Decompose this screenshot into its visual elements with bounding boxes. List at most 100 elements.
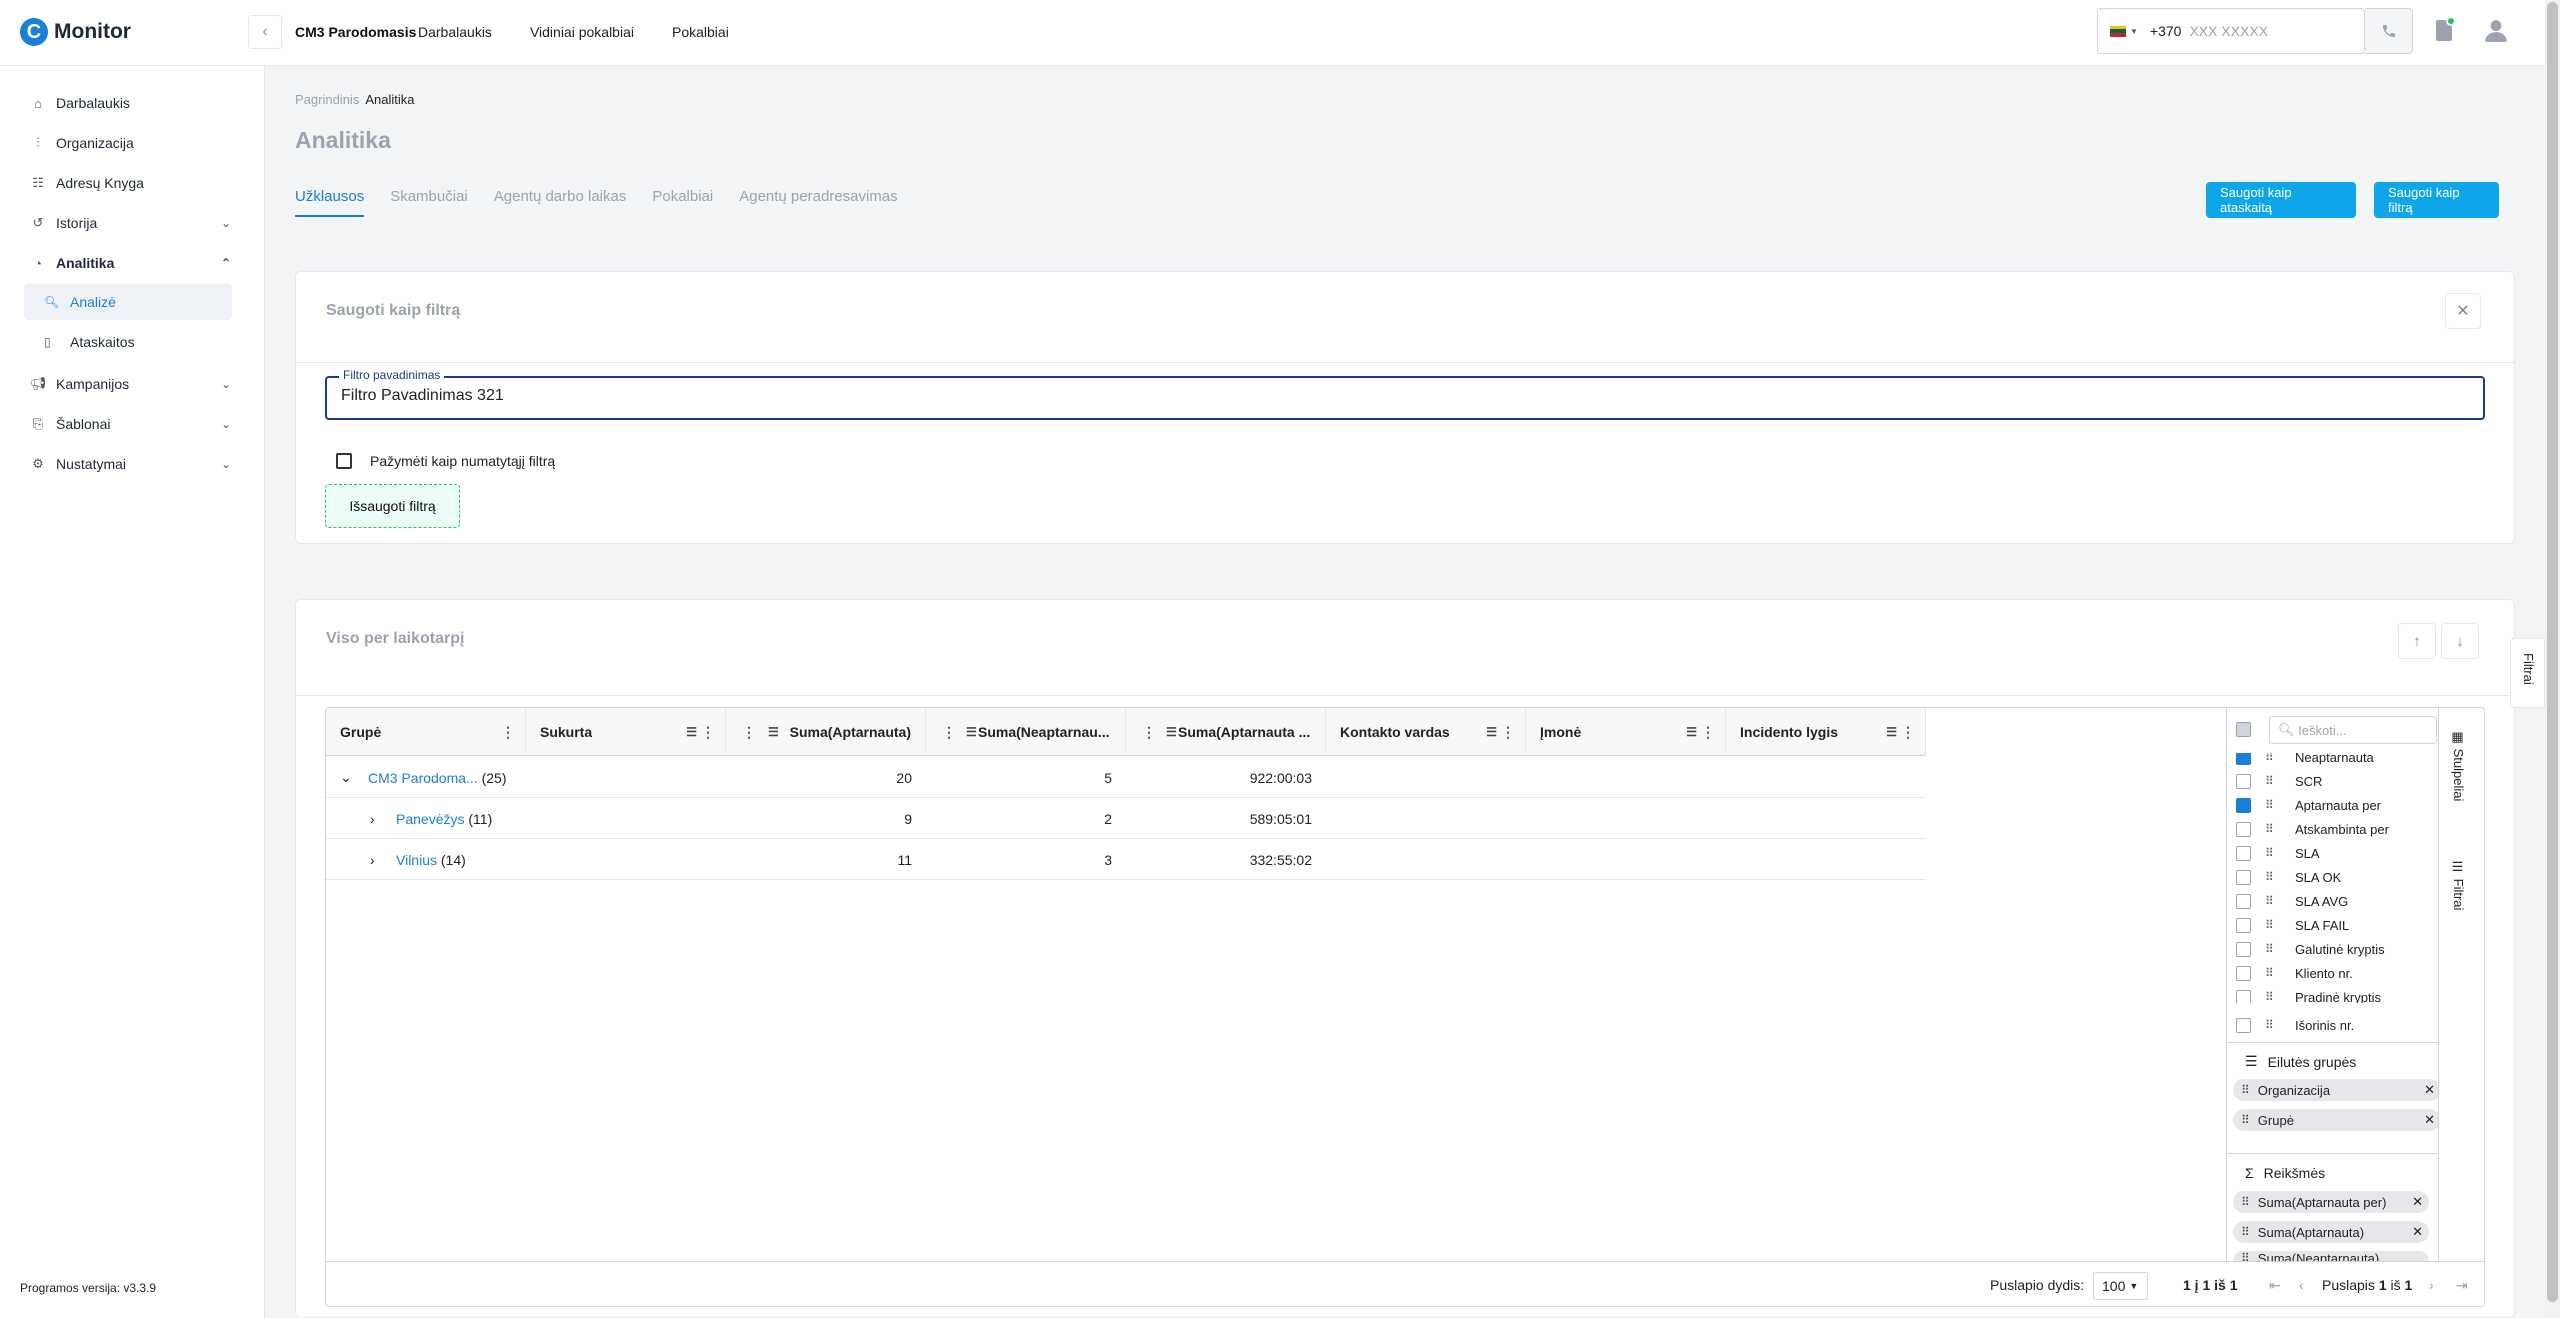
group-name[interactable]: Vilnius	[396, 852, 437, 868]
drag-handle-icon[interactable]: ⠿	[2265, 774, 2274, 788]
filter-icon[interactable]: ☰	[1486, 725, 1497, 739]
save-filter-submit-button[interactable]: Išsaugoti filtrą	[325, 484, 460, 528]
drag-handle-icon[interactable]: ⠿	[2241, 1195, 2250, 1209]
column-item[interactable]: ⠿ SLA OK	[2227, 865, 2439, 889]
lt-flag-icon[interactable]	[2110, 25, 2126, 37]
drag-handle-icon[interactable]: ⠿	[2241, 1251, 2250, 1261]
column-header-unserved[interactable]: ⋮ ☰ Suma(Neaptarnau...	[926, 708, 1126, 756]
remove-icon[interactable]: ✕	[2424, 1082, 2435, 1098]
column-menu-icon[interactable]: ⋮	[742, 724, 756, 741]
filter-icon[interactable]: ☰	[1166, 725, 1177, 739]
caret-down-icon[interactable]: ▼	[2130, 27, 2138, 36]
sidebar-sub-ataskaitos[interactable]: ▯ Ataskaitos	[24, 324, 232, 360]
last-page-icon[interactable]: ⇥	[2456, 1277, 2468, 1294]
checked-icon[interactable]	[2236, 753, 2251, 765]
save-as-filter-button[interactable]: Saugoti kaip filtrą	[2374, 182, 2499, 218]
tab-agent-transfers[interactable]: Agentų peradresavimas	[739, 188, 897, 217]
save-as-report-button[interactable]: Saugoti kaip ataskaitą	[2206, 182, 2356, 218]
drag-handle-icon[interactable]: ⠿	[2265, 1018, 2274, 1032]
column-menu-icon[interactable]: ⋮	[701, 724, 715, 741]
user-icon[interactable]	[2483, 17, 2509, 43]
next-page-icon[interactable]: ›	[2429, 1277, 2434, 1293]
checked-icon[interactable]	[2236, 797, 2251, 813]
column-item[interactable]: ⠿ Pradinė kryptis	[2227, 985, 2439, 1003]
page-size-select[interactable]: 100 ▼	[2093, 1272, 2148, 1300]
column-header-group[interactable]: Grupė ⋮	[326, 708, 526, 756]
move-down-button[interactable]: ↓	[2441, 623, 2479, 659]
drag-handle-icon[interactable]: ⠿	[2265, 753, 2274, 764]
tab-agent-work-time[interactable]: Agentų darbo laikas	[494, 188, 627, 217]
topnav-internal-chats[interactable]: Vidiniai pokalbiai	[530, 24, 634, 40]
row-group-chip[interactable]: ⠿ Organizacija ✕	[2233, 1079, 2441, 1101]
row-group-chip[interactable]: ⠿ Grupė ✕	[2233, 1109, 2441, 1131]
column-item[interactable]: ⠿ Kliento nr.	[2227, 961, 2439, 985]
remove-icon[interactable]: ✕	[2412, 1224, 2423, 1240]
sidebar-item-address-book[interactable]: ☷ Adresų Knyga	[0, 163, 265, 203]
tab-pokalbiai[interactable]: Pokalbiai	[652, 188, 713, 217]
remove-icon[interactable]: ✕	[2424, 1112, 2435, 1128]
drag-handle-icon[interactable]: ⠿	[2265, 990, 2274, 1003]
value-chip[interactable]: ⠿ Suma(Aptarnauta per) ✕	[2233, 1191, 2429, 1213]
column-item[interactable]: ⠿ Išorinis nr.	[2227, 1013, 2439, 1037]
filter-icon[interactable]: ☰	[768, 725, 779, 739]
phone-input[interactable]	[2189, 23, 2340, 39]
filter-icon[interactable]: ☰	[966, 725, 977, 739]
default-filter-row[interactable]: Pažymėti kaip numatytąjį filtrą	[336, 453, 555, 469]
sidebar-item-kampanijos[interactable]: 📢︎ Kampanijos ⌄	[0, 364, 265, 404]
table-row[interactable]: › Panevėžys (11) 9 2 589:05:01	[326, 798, 1926, 839]
drag-handle-icon[interactable]: ⠿	[2265, 870, 2274, 884]
chevron-right-icon[interactable]: ›	[370, 839, 375, 880]
drag-handle-icon[interactable]: ⠿	[2241, 1225, 2250, 1239]
column-item[interactable]: ⠿ SCR	[2227, 769, 2439, 793]
column-menu-icon[interactable]: ⋮	[1501, 724, 1515, 741]
drag-handle-icon[interactable]: ⠿	[2241, 1083, 2250, 1097]
breadcrumb-root[interactable]: Pagrindinis	[295, 92, 359, 107]
select-all-checkbox[interactable]	[2236, 722, 2251, 737]
drag-handle-icon[interactable]: ⠿	[2265, 894, 2274, 908]
filter-icon[interactable]: ☰	[686, 725, 697, 739]
drag-handle-icon[interactable]: ⠿	[2265, 822, 2274, 836]
column-item[interactable]: ⠿ SLA AVG	[2227, 889, 2439, 913]
first-page-icon[interactable]: ⇤	[2269, 1277, 2281, 1294]
column-menu-icon[interactable]: ⋮	[501, 724, 515, 741]
column-item[interactable]: ⠿ SLA	[2227, 841, 2439, 865]
collapse-sidebar-button[interactable]: ‹	[248, 15, 282, 49]
tab-columns[interactable]: ▦ Stulpeliai	[2451, 730, 2466, 801]
filter-name-input[interactable]	[341, 387, 2441, 405]
remove-icon[interactable]: ✕	[2412, 1194, 2423, 1210]
prev-page-icon[interactable]: ‹	[2299, 1277, 2304, 1293]
drag-handle-icon[interactable]: ⠿	[2265, 798, 2274, 812]
side-filters-tab[interactable]: Filtrai	[2510, 638, 2545, 708]
drag-handle-icon[interactable]: ⠿	[2265, 966, 2274, 980]
move-up-button[interactable]: ↑	[2398, 623, 2436, 659]
chevron-right-icon[interactable]: ›	[370, 798, 375, 839]
table-row[interactable]: ⌄ CM3 Parodoma... (25) 20 5 922:00:03	[326, 757, 1926, 798]
column-item[interactable]: ⠿ SLA FAIL	[2227, 913, 2439, 937]
logo[interactable]: C Monitor	[20, 18, 131, 46]
group-name[interactable]: CM3 Parodoma...	[368, 770, 478, 786]
filter-icon[interactable]: ☰	[1686, 725, 1697, 739]
filter-icon[interactable]: ☰	[1886, 725, 1897, 739]
clipboard-icon[interactable]	[2436, 16, 2456, 41]
topnav-darbalaukis[interactable]: Darbalaukis	[418, 24, 492, 40]
topnav-chats[interactable]: Pokalbiai	[672, 24, 729, 40]
column-header-incident-level[interactable]: Incidento lygis ☰ ⋮	[1726, 708, 1926, 756]
scrollbar-thumb[interactable]	[2547, 2, 2558, 1302]
column-header-created[interactable]: Sukurta ☰ ⋮	[526, 708, 726, 756]
column-header-company[interactable]: Įmonė ☰ ⋮	[1526, 708, 1726, 756]
sidebar-sub-analize[interactable]: 🔍︎ Analizė	[24, 284, 232, 320]
tab-filters[interactable]: ☰ Filtrai	[2451, 860, 2466, 910]
column-search-input[interactable]: 🔍︎ Ieškoti...	[2269, 716, 2437, 744]
table-row[interactable]: › Vilnius (14) 11 3 332:55:02	[326, 839, 1926, 880]
sidebar-item-darbalaukis[interactable]: ⌂ Darbalaukis	[0, 83, 265, 123]
drag-handle-icon[interactable]: ⠿	[2265, 846, 2274, 860]
drag-handle-icon[interactable]: ⠿	[2241, 1113, 2250, 1127]
sidebar-item-sablonai[interactable]: ⎘ Šablonai ⌄	[0, 404, 265, 444]
column-header-served-per[interactable]: ⋮ ☰ Suma(Aptarnauta ...	[1126, 708, 1326, 756]
column-item[interactable]: ⠿ Neaptarnauta	[2227, 753, 2439, 769]
sidebar-item-istorija[interactable]: ↺ Istorija ⌄	[0, 203, 265, 243]
sidebar-item-nustatymai[interactable]: ⚙ Nustatymai ⌄	[0, 444, 265, 484]
column-menu-icon[interactable]: ⋮	[1142, 724, 1156, 741]
chevron-down-icon[interactable]: ⌄	[340, 757, 352, 798]
column-menu-icon[interactable]: ⋮	[942, 724, 956, 741]
